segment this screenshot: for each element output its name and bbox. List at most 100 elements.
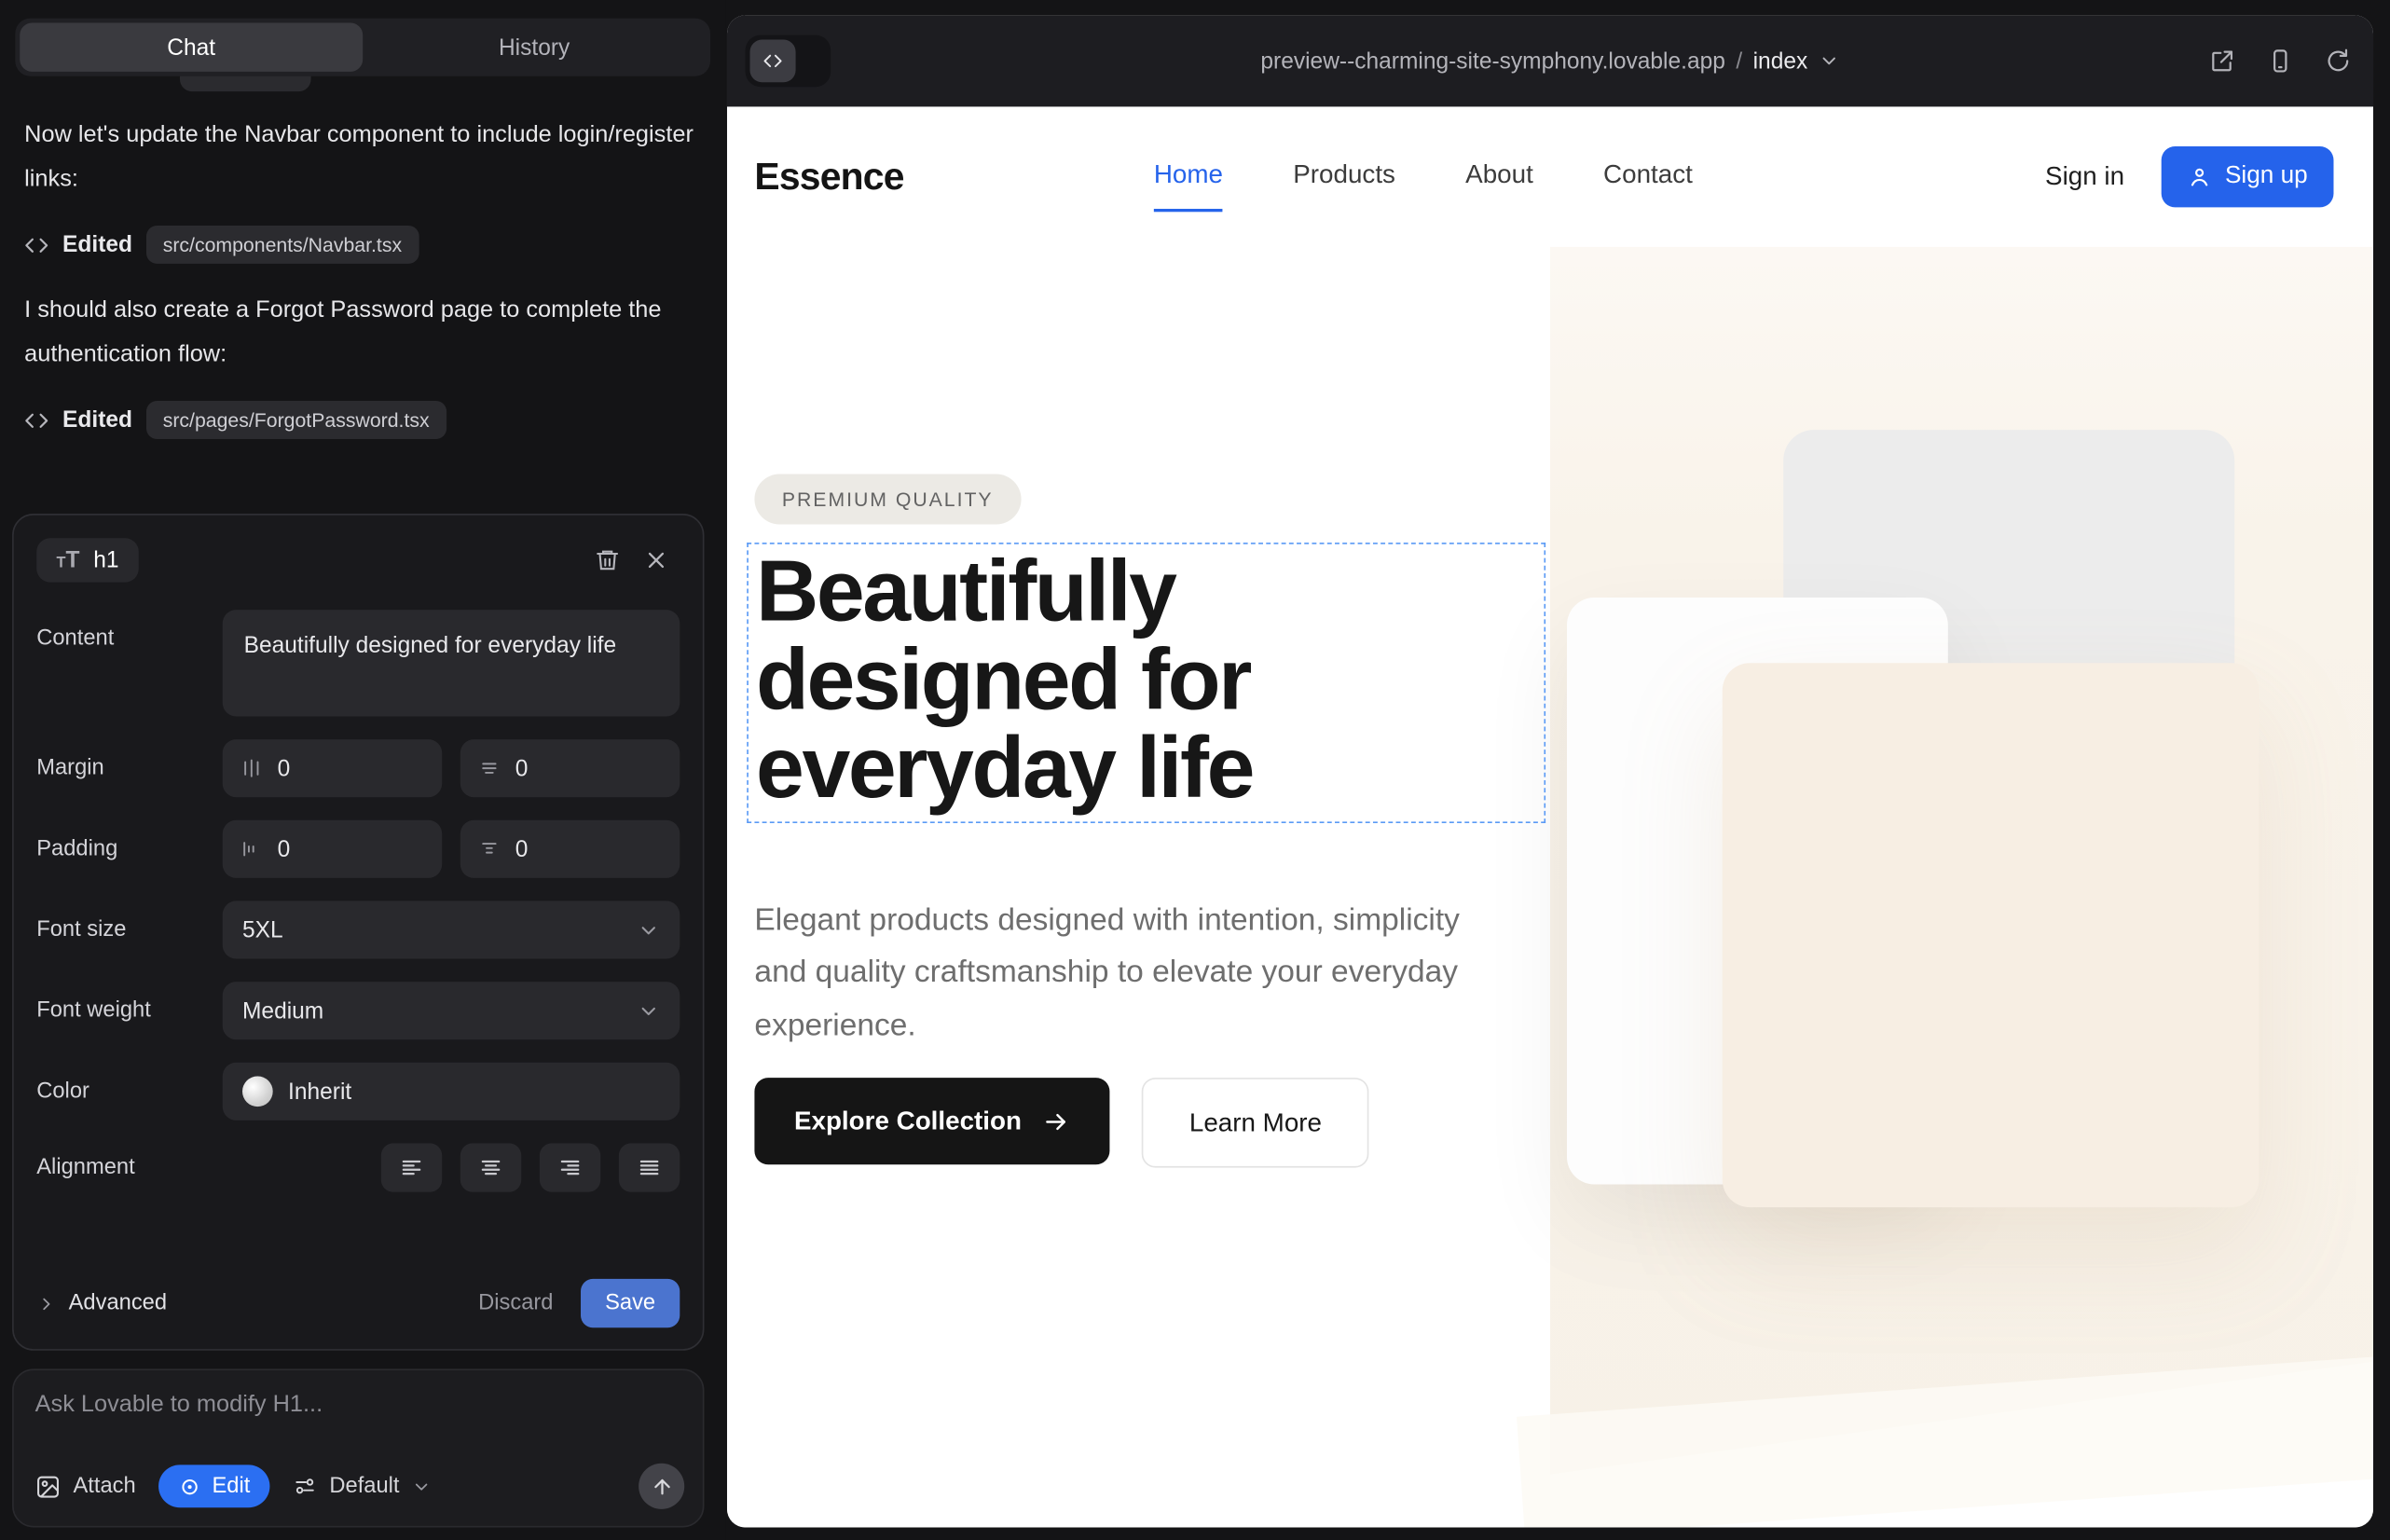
close-inspector-button[interactable] [631, 537, 680, 583]
color-select[interactable]: Inherit [223, 1063, 680, 1121]
align-justify-button[interactable] [619, 1143, 680, 1191]
sliders-icon [293, 1474, 317, 1498]
preview-frame: preview--charming-site-symphony.lovable.… [727, 15, 2373, 1527]
url-path: index [1753, 48, 1808, 75]
url-host: preview--charming-site-symphony.lovable.… [1260, 48, 1725, 75]
content-label: Content [36, 610, 222, 651]
inspector-header: TT h1 [36, 537, 680, 583]
explore-collection-button[interactable]: Explore Collection [754, 1078, 1109, 1164]
element-inspector: TT h1 Content Beautifull [12, 514, 704, 1351]
url-chevron-icon [1819, 50, 1840, 72]
file-pill-forgot-password[interactable]: src/pages/ForgotPassword.tsx [146, 401, 446, 439]
site-navbar: Essence Home Products About Contact Sign… [727, 106, 2373, 246]
arrow-right-icon [1043, 1107, 1070, 1134]
site-auth: Sign in Sign up [2045, 146, 2333, 207]
chevron-down-icon [638, 999, 661, 1023]
composer-input[interactable]: Ask Lovable to modify H1... [35, 1392, 681, 1419]
edit-target-icon [178, 1475, 201, 1498]
open-external-button[interactable] [2208, 48, 2235, 75]
learn-more-button[interactable]: Learn More [1142, 1078, 1369, 1167]
padding-x-input[interactable]: 0 [223, 820, 442, 878]
content-row: Content Beautifully designed for everyda… [36, 610, 680, 716]
assistant-message: Now let's update the Navbar component to… [24, 113, 701, 201]
hero-title-line: Beautifully [756, 547, 1544, 636]
arrow-up-icon [650, 1475, 673, 1498]
color-row: Color Inherit [36, 1063, 680, 1121]
decorative-card-cream [1723, 663, 2260, 1207]
composer-toolbar: Attach Edit Default [35, 1464, 685, 1509]
site-brand[interactable]: Essence [754, 155, 1153, 199]
margin-label: Margin [36, 756, 222, 780]
tab-history[interactable]: History [363, 23, 706, 72]
padding-x-icon [240, 838, 262, 859]
preview-panel: preview--charming-site-symphony.lovable.… [725, 0, 2390, 1540]
nav-link-contact[interactable]: Contact [1603, 160, 1693, 194]
url-separator: / [1736, 48, 1742, 75]
file-pill-navbar[interactable]: src/components/Navbar.tsx [146, 226, 419, 264]
delete-element-button[interactable] [583, 537, 631, 583]
edit-mode-button[interactable]: Edit [158, 1464, 269, 1507]
attach-icon [35, 1473, 62, 1499]
color-label: Color [36, 1079, 222, 1104]
hero-section: PREMIUM QUALITY Beautifully designed for… [727, 247, 2373, 1528]
chat-messages: Now let's update the Navbar component to… [24, 94, 701, 463]
preview-topbar: preview--charming-site-symphony.lovable.… [727, 15, 2373, 106]
align-right-button[interactable] [540, 1143, 600, 1191]
selected-element-chip[interactable]: TT h1 [36, 537, 139, 581]
save-button[interactable]: Save [581, 1279, 680, 1327]
inspector-footer: Advanced Discard Save [36, 1279, 680, 1327]
tab-chat[interactable]: Chat [20, 23, 363, 72]
chat-history-tabbar: Chat History [15, 19, 710, 76]
code-icon [750, 40, 796, 83]
hero-title-line: everyday life [756, 724, 1544, 813]
edited-label: Edited [62, 407, 132, 433]
font-weight-label: Font weight [36, 998, 222, 1023]
font-weight-row: Font weight Medium [36, 982, 680, 1039]
site-nav-links: Home Products About Contact [1154, 160, 1693, 194]
text-style-icon: TT [57, 548, 80, 571]
model-selector[interactable]: Default [293, 1474, 432, 1498]
color-swatch [242, 1076, 273, 1107]
send-button[interactable] [639, 1464, 684, 1509]
nav-link-about[interactable]: About [1465, 160, 1533, 194]
selected-h1-element[interactable]: Beautifully designed for everyday life [747, 543, 1545, 823]
nav-link-products[interactable]: Products [1293, 160, 1395, 194]
chevron-down-icon [412, 1477, 432, 1496]
padding-y-input[interactable]: 0 [460, 820, 680, 878]
font-size-label: Font size [36, 917, 222, 942]
discard-button[interactable]: Discard [478, 1291, 553, 1315]
preview-url[interactable]: preview--charming-site-symphony.lovable.… [727, 48, 2373, 75]
font-size-row: Font size 5XL [36, 901, 680, 958]
refresh-button[interactable] [2325, 48, 2352, 75]
chat-panel: Chat History Now let's update the Navbar… [0, 0, 725, 1540]
align-left-button[interactable] [381, 1143, 442, 1191]
chat-composer: Ask Lovable to modify H1... Attach Edit [12, 1368, 704, 1527]
font-weight-select[interactable]: Medium [223, 982, 680, 1039]
padding-row: Padding 0 0 [36, 820, 680, 878]
code-icon [24, 407, 48, 432]
sign-in-link[interactable]: Sign in [2045, 161, 2124, 192]
lovable-app: Chat History Now let's update the Navbar… [0, 0, 2390, 1540]
align-center-button[interactable] [460, 1143, 521, 1191]
nav-link-home[interactable]: Home [1154, 160, 1223, 194]
edited-label: Edited [62, 232, 132, 258]
margin-x-icon [240, 758, 262, 779]
device-preview-button[interactable] [2267, 48, 2294, 75]
chevron-right-icon [36, 1293, 56, 1313]
sign-up-button[interactable]: Sign up [2161, 146, 2333, 207]
font-size-select[interactable]: 5XL [223, 901, 680, 958]
premium-quality-badge: PREMIUM QUALITY [754, 474, 1021, 525]
margin-row: Margin 0 0 [36, 739, 680, 797]
advanced-toggle[interactable]: Advanced [36, 1291, 167, 1315]
attach-button[interactable]: Attach [35, 1473, 136, 1499]
hero-title-line: designed for [756, 636, 1544, 724]
trash-icon [594, 546, 620, 572]
margin-y-input[interactable]: 0 [460, 739, 680, 797]
code-view-toggle[interactable] [746, 35, 831, 88]
hero-paragraph: Elegant products designed with intention… [754, 894, 1504, 1052]
margin-x-input[interactable]: 0 [223, 739, 442, 797]
hero-cta-row: Explore Collection Learn More [754, 1078, 1368, 1167]
assistant-message: I should also create a Forgot Password p… [24, 288, 701, 377]
content-input[interactable]: Beautifully designed for everyday life [223, 610, 680, 716]
close-icon [642, 546, 668, 572]
